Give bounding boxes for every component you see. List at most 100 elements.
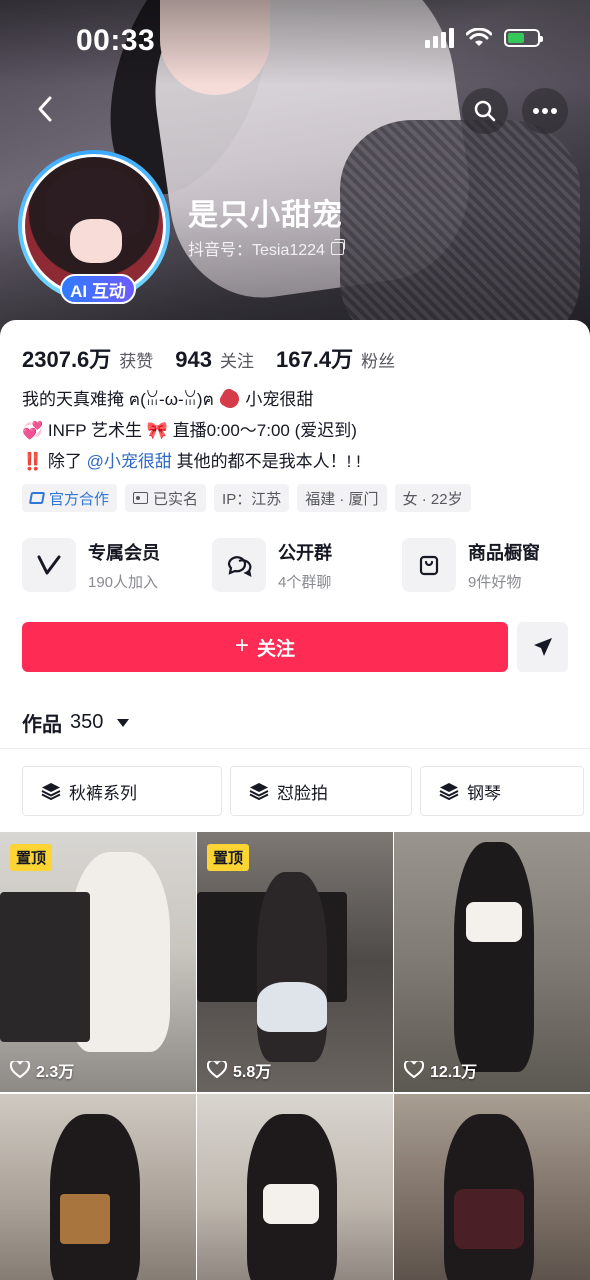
bio-text: 我的天真难掩 ฅ(ꈍ-ω-ꈍ)ฅ xyxy=(22,390,214,409)
likes-count: 12.1万 xyxy=(404,1058,477,1082)
copy-icon[interactable] xyxy=(330,238,345,255)
feature-title: 专属会员 xyxy=(88,542,160,563)
bio-text: INFP 艺术生 xyxy=(47,421,143,440)
stat-following[interactable]: 943 关注 xyxy=(175,347,254,373)
search-button[interactable] xyxy=(462,88,508,134)
feature-subtitle: 9件好物 xyxy=(468,573,522,591)
video-thumbnail[interactable] xyxy=(0,1094,196,1280)
bio-text: 除了 xyxy=(47,452,82,471)
tag-location: 福建 · 厦门 xyxy=(297,484,387,512)
bio-text: 直播0:00～7:00 (爱迟到) xyxy=(172,421,357,440)
wifi-icon xyxy=(466,28,492,46)
profile-tags: 官方合作 已实名 IP：江苏 福建 · 厦门 女 · 22岁 xyxy=(22,484,471,512)
collection-label: 秋裤系列 xyxy=(69,783,137,803)
mention-link[interactable]: @小宠很甜 xyxy=(87,452,172,471)
collection-chip[interactable]: 秋裤系列 xyxy=(22,766,222,816)
status-time: 00:33 xyxy=(76,24,156,57)
collection-chip[interactable]: 怼脸拍 xyxy=(230,766,412,816)
tag-verified[interactable]: 已实名 xyxy=(125,484,207,512)
sweet-potato-icon xyxy=(217,386,242,412)
more-dots-icon xyxy=(533,108,557,114)
send-arrow-icon xyxy=(533,638,552,656)
video-thumbnail[interactable] xyxy=(394,1094,590,1280)
plus-icon: + xyxy=(234,631,249,659)
layers-icon xyxy=(439,783,459,800)
layers-icon xyxy=(249,783,269,800)
account-id-text: 抖音号：Tesia1224 xyxy=(188,242,325,259)
profile-bio: 我的天真难掩 ฅ(ꈍ-ω-ꈍ)ฅ 小宠很甜 💞 INFP 艺术生 🎀 直播0:0… xyxy=(22,384,572,477)
video-thumbnail[interactable]: 12.1万 xyxy=(394,832,590,1092)
feature-entries: 专属会员 190人加入 公开群 4个群聊 商品橱窗 9件好物 xyxy=(22,538,572,592)
video-thumbnail[interactable]: 置顶 2.3万 xyxy=(0,832,196,1092)
feature-membership[interactable]: 专属会员 190人加入 xyxy=(22,538,192,592)
stat-number: 167.4万 xyxy=(276,347,354,372)
hearts-icon: 💞 xyxy=(22,421,44,440)
bio-line-2: 💞 INFP 艺术生 🎀 直播0:00～7:00 (爱迟到) xyxy=(22,415,572,446)
feature-title: 商品橱窗 xyxy=(468,542,540,563)
ai-interact-badge[interactable]: AI 互动 xyxy=(60,274,136,304)
search-icon xyxy=(474,100,496,122)
tag-label: 官方合作 xyxy=(49,490,110,508)
tag-ip: IP：江苏 xyxy=(214,484,290,512)
stat-label: 获赞 xyxy=(119,352,154,371)
tag-gender-age: 女 · 22岁 xyxy=(394,484,471,512)
likes-count: 2.3万 xyxy=(10,1058,74,1082)
battery-icon xyxy=(504,29,543,47)
profile-stats: 2307.6万 获赞 943 关注 167.4万 粉丝 xyxy=(22,342,417,374)
stat-likes[interactable]: 2307.6万 获赞 xyxy=(22,342,153,374)
likes-value: 2.3万 xyxy=(36,1064,75,1081)
pinned-badge: 置顶 xyxy=(207,844,250,871)
likes-count: 5.8万 xyxy=(207,1058,271,1082)
status-icons xyxy=(425,28,543,48)
stat-number: 2307.6万 xyxy=(22,347,112,372)
collection-label: 钢琴 xyxy=(467,783,501,803)
bio-text: 小宠很甜 xyxy=(245,390,314,409)
shopping-bag-icon xyxy=(402,538,456,592)
back-button[interactable] xyxy=(22,86,68,132)
divider xyxy=(0,748,590,749)
bio-text: 其他的都不是我本人！! ! xyxy=(176,452,361,471)
back-arrow-icon xyxy=(38,96,52,122)
heart-icon xyxy=(404,1061,424,1079)
feature-subtitle: 4个群聊 xyxy=(278,573,332,591)
feature-shop-window[interactable]: 商品橱窗 9件好物 xyxy=(402,538,572,592)
video-grid: 置顶 2.3万 置顶 5.8万 12.1万 xyxy=(0,832,590,1280)
profile-card: 2307.6万 获赞 943 关注 167.4万 粉丝 我的天真难掩 ฅ(ꈍ-ω… xyxy=(0,320,590,1280)
heart-icon xyxy=(207,1061,227,1079)
account-id[interactable]: 抖音号：Tesia1224 xyxy=(188,236,345,260)
stat-label: 关注 xyxy=(220,352,255,371)
collection-label: 怼脸拍 xyxy=(277,783,328,803)
cellular-signal-icon xyxy=(425,28,454,48)
pinned-badge: 置顶 xyxy=(10,844,53,871)
collection-chip[interactable]: 钢琴 xyxy=(420,766,584,816)
official-cooperation-icon xyxy=(28,492,46,504)
share-button[interactable] xyxy=(517,622,568,672)
works-count: 350 xyxy=(70,711,104,733)
follow-button[interactable]: + 关注 xyxy=(22,622,508,672)
likes-value: 5.8万 xyxy=(233,1064,272,1081)
tag-official-cooperation[interactable]: 官方合作 xyxy=(22,484,118,512)
group-chat-icon xyxy=(212,538,266,592)
layers-icon xyxy=(41,783,61,800)
more-options-button[interactable] xyxy=(522,88,568,134)
tag-label: 已实名 xyxy=(153,490,199,508)
feature-group-chat[interactable]: 公开群 4个群聊 xyxy=(212,538,382,592)
exclamation-icon: ‼️ xyxy=(22,452,44,471)
feature-title: 公开群 xyxy=(278,542,332,563)
membership-v-icon xyxy=(22,538,76,592)
stat-followers[interactable]: 167.4万 粉丝 xyxy=(276,342,395,374)
bio-line-1: 我的天真难掩 ฅ(ꈍ-ω-ꈍ)ฅ 小宠很甜 xyxy=(22,384,572,415)
video-thumbnail[interactable]: 置顶 5.8万 xyxy=(197,832,393,1092)
collections-row: 秋裤系列 怼脸拍 钢琴 xyxy=(22,766,584,816)
id-card-icon xyxy=(133,492,149,504)
follow-label: 关注 xyxy=(257,638,296,660)
feature-subtitle: 190人加入 xyxy=(88,573,159,591)
works-label: 作品 xyxy=(22,714,62,736)
ribbon-icon: 🎀 xyxy=(146,421,168,440)
heart-icon xyxy=(10,1061,30,1079)
works-tab[interactable]: 作品 350 xyxy=(22,708,130,737)
caret-down-icon xyxy=(117,718,130,727)
profile-nickname: 是只小甜宠 xyxy=(188,199,343,232)
video-thumbnail[interactable] xyxy=(197,1094,393,1280)
bio-line-3: ‼️ 除了 @小宠很甜 其他的都不是我本人！! ! xyxy=(22,446,572,477)
